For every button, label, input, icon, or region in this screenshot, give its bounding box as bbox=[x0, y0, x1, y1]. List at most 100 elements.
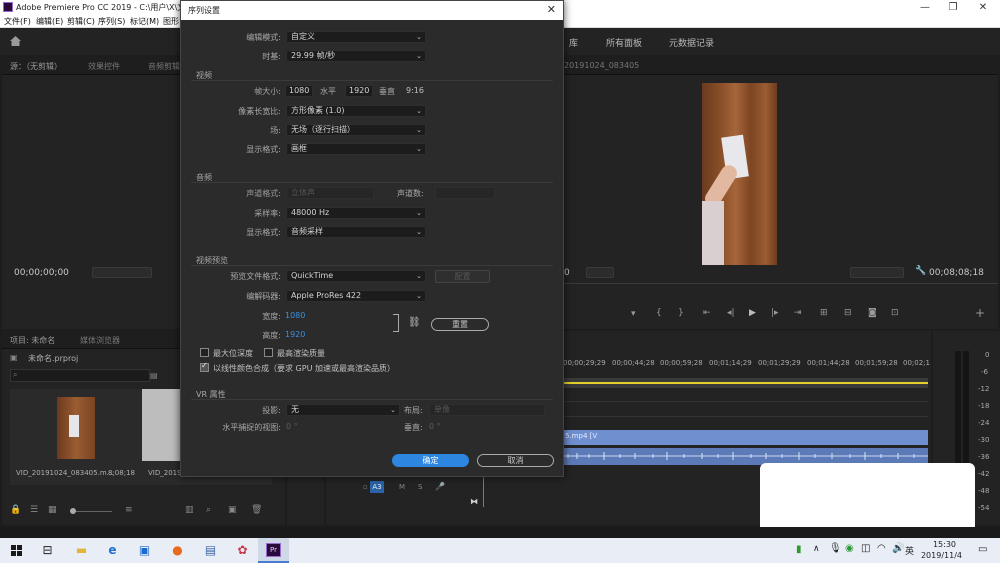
frame-width-input[interactable]: 1080 bbox=[285, 85, 313, 97]
project-search-input[interactable]: ⌕ bbox=[10, 369, 150, 382]
zoom-slider[interactable] bbox=[70, 511, 112, 512]
zoom-slider-handle[interactable] bbox=[70, 508, 76, 514]
menu-file[interactable]: 文件(F) bbox=[4, 16, 31, 27]
workspace-tab-metadata[interactable]: 元数据记录 bbox=[669, 36, 714, 49]
height-value[interactable]: 1920 bbox=[285, 330, 305, 339]
list-view-icon[interactable]: ☰ bbox=[30, 505, 38, 515]
dialog-close-icon[interactable]: ✕ bbox=[547, 3, 556, 16]
pixel-aspect-select[interactable]: 方形像素 (1.0) ⌄ bbox=[286, 105, 426, 117]
tab-audio-clip-mixer[interactable]: 音频剪辑 bbox=[148, 61, 180, 72]
menu-graphics[interactable]: 图形 bbox=[163, 16, 179, 27]
max-render-quality-checkbox[interactable] bbox=[264, 348, 273, 357]
menu-edit[interactable]: 编辑(E) bbox=[36, 16, 63, 27]
codec-select[interactable]: Apple ProRes 422 ⌄ bbox=[286, 290, 426, 302]
workspace-tab-libraries[interactable]: 库 bbox=[569, 36, 578, 49]
editing-mode-select[interactable]: 自定义 ⌄ bbox=[286, 31, 426, 43]
sort-icon[interactable]: ≡ bbox=[125, 505, 133, 515]
microphone-tray-icon[interactable]: 🎙 bbox=[829, 543, 842, 554]
track-solo-icon[interactable]: S bbox=[418, 483, 422, 491]
link-chain-icon[interactable]: ⛓ bbox=[408, 317, 421, 328]
network-tray-icon[interactable]: ◫ bbox=[861, 543, 870, 554]
workspace-tab-all-panels[interactable]: 所有面板 bbox=[606, 36, 642, 49]
ok-button[interactable]: 确定 bbox=[392, 454, 469, 467]
work-area-bar[interactable] bbox=[563, 378, 928, 388]
track-toggle-icon[interactable]: ▫ bbox=[363, 483, 368, 491]
step-forward-icon[interactable]: |▸ bbox=[771, 308, 779, 318]
timebase-select[interactable]: 29.99 帧/秒 ⌄ bbox=[286, 50, 426, 62]
add-button-icon[interactable]: + bbox=[975, 306, 985, 320]
microphone-icon[interactable]: 🎤 bbox=[435, 482, 445, 491]
minimize-button[interactable]: — bbox=[910, 0, 940, 15]
button-editor-icon[interactable]: ⊡ bbox=[891, 308, 899, 318]
zoom-handle-icon[interactable]: ⧓ bbox=[470, 497, 478, 506]
trash-icon[interactable]: 🗑 bbox=[251, 505, 262, 515]
new-item-icon[interactable]: ▣ bbox=[228, 505, 237, 515]
volume-icon[interactable]: 🔊 bbox=[892, 543, 904, 554]
add-marker-icon[interactable]: ▾ bbox=[631, 309, 636, 319]
file-explorer-icon[interactable]: ▬ bbox=[74, 543, 89, 558]
menu-marker[interactable]: 标记(M) bbox=[130, 16, 159, 27]
play-icon[interactable]: ▶ bbox=[749, 308, 756, 318]
project-clip-item[interactable]: VID_20191024_083405.m... 8;08;18 bbox=[10, 389, 142, 485]
track-target-a3[interactable]: A3 bbox=[370, 481, 384, 493]
cancel-button[interactable]: 取消 bbox=[477, 454, 554, 467]
close-button[interactable]: ✕ bbox=[968, 0, 998, 15]
tray-overflow-icon[interactable]: ∧ bbox=[813, 544, 820, 554]
projection-select[interactable]: 无 ⌄ bbox=[286, 404, 400, 416]
frame-height-input[interactable]: 1920 bbox=[345, 85, 373, 97]
max-bit-depth-checkbox[interactable] bbox=[200, 348, 209, 357]
lock-icon[interactable]: 🔒 bbox=[10, 505, 21, 515]
timeline-ruler[interactable]: 00;00;29;29 00;00;44;28 00;00;59;28 00;0… bbox=[563, 359, 931, 369]
display-format-select[interactable]: 画框 ⌄ bbox=[286, 143, 426, 155]
firefox-icon[interactable]: ● bbox=[170, 543, 185, 558]
security-tray-icon[interactable]: ◉ bbox=[845, 543, 854, 554]
paint-app-icon[interactable]: ✿ bbox=[235, 543, 250, 558]
premiere-taskbar-button[interactable]: Pr bbox=[258, 538, 289, 563]
program-timecode-left[interactable]: 0 bbox=[564, 268, 570, 278]
mark-out-icon[interactable]: } bbox=[678, 308, 684, 318]
mark-in-icon[interactable]: { bbox=[656, 308, 662, 318]
menu-clip[interactable]: 剪辑(C) bbox=[67, 16, 95, 27]
icon-view-icon[interactable]: ▦ bbox=[48, 505, 57, 515]
network-app-icon[interactable]: ▤ bbox=[203, 543, 218, 558]
find-icon[interactable]: ⌕ bbox=[206, 505, 211, 515]
notification-icon[interactable]: ▭ bbox=[978, 544, 987, 555]
video-clip[interactable]: 5.mp4 [V bbox=[563, 430, 928, 445]
program-timecode-right[interactable]: 00;08;08;18 bbox=[929, 268, 984, 278]
track-mute-icon[interactable]: M bbox=[399, 483, 405, 491]
sample-rate-select[interactable]: 48000 Hz ⌄ bbox=[286, 207, 426, 219]
export-frame-icon[interactable]: ◙ bbox=[868, 308, 877, 318]
go-to-in-icon[interactable]: ⇤ bbox=[703, 308, 711, 318]
windows-start-icon[interactable] bbox=[11, 545, 22, 556]
ime-indicator[interactable]: 英 bbox=[905, 544, 914, 557]
source-timecode[interactable]: 00;00;00;00 bbox=[14, 268, 69, 278]
clock-date[interactable]: 2019/11/4 bbox=[921, 551, 962, 560]
store-app-icon[interactable]: ▣ bbox=[137, 543, 152, 558]
linear-color-checkbox[interactable] bbox=[200, 361, 209, 372]
tab-effect-controls[interactable]: 效果控件 bbox=[88, 61, 120, 72]
tab-media-browser[interactable]: 媒体浏览器 bbox=[80, 335, 120, 346]
battery-icon[interactable]: ▮ bbox=[796, 544, 802, 555]
audio-display-format-select[interactable]: 音频采样 ⌄ bbox=[286, 226, 426, 238]
edge-icon[interactable]: e bbox=[105, 543, 120, 558]
reset-button[interactable]: 重置 bbox=[431, 318, 489, 331]
task-view-icon[interactable]: ⊟ bbox=[40, 543, 55, 558]
lift-icon[interactable]: ⊞ bbox=[820, 308, 828, 318]
wifi-icon[interactable]: ◠ bbox=[877, 543, 886, 554]
width-value[interactable]: 1080 bbox=[285, 311, 305, 320]
fields-select[interactable]: 无场（逐行扫描） ⌄ bbox=[286, 124, 426, 136]
preview-format-select[interactable]: QuickTime ⌄ bbox=[286, 270, 426, 282]
program-fit-dropdown[interactable] bbox=[586, 267, 614, 278]
new-bin-icon[interactable]: ▤ bbox=[150, 371, 158, 380]
maximize-button[interactable]: ❐ bbox=[938, 0, 968, 15]
home-icon[interactable] bbox=[9, 35, 22, 47]
tab-program-sequence[interactable]: 20191024_083405 bbox=[564, 61, 639, 70]
source-fit-dropdown[interactable] bbox=[92, 267, 152, 278]
program-resolution-dropdown[interactable] bbox=[850, 267, 904, 278]
automate-icon[interactable]: ▥ bbox=[185, 505, 194, 515]
wrench-icon[interactable]: 🔧 bbox=[915, 266, 926, 276]
extract-icon[interactable]: ⊟ bbox=[844, 308, 852, 318]
menu-sequence[interactable]: 序列(S) bbox=[98, 16, 125, 27]
clock-time[interactable]: 15:30 bbox=[933, 540, 956, 549]
program-scrubber[interactable] bbox=[564, 283, 998, 284]
